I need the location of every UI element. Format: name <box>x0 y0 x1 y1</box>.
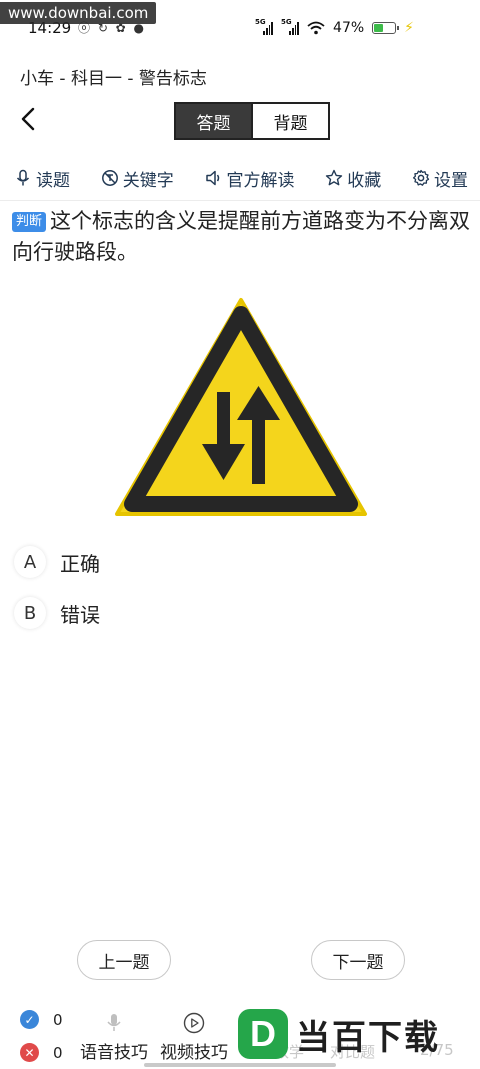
option-a[interactable]: A 正确 <box>14 546 100 578</box>
option-key-badge: B <box>14 597 46 629</box>
question-toolbar: 读题 关键字 官方解读 收藏 设置 <box>0 162 480 194</box>
correct-count[interactable]: ✓ 0 <box>20 1010 63 1029</box>
star-icon <box>326 169 343 186</box>
previous-question-button[interactable]: 上一题 <box>77 940 171 980</box>
read-question-button[interactable]: 读题 <box>14 166 70 191</box>
wrong-count[interactable]: ✕ 0 <box>20 1043 63 1062</box>
question-type-badge: 判断 <box>12 212 47 232</box>
tab-answer[interactable]: 答题 <box>176 104 251 138</box>
microphone-icon <box>16 169 30 186</box>
back-button[interactable] <box>14 104 44 134</box>
option-text: 正确 <box>60 551 100 576</box>
watermark-logo-mark: D <box>238 1009 288 1059</box>
next-question-button[interactable]: 下一题 <box>311 940 405 980</box>
option-b[interactable]: B 错误 <box>14 597 100 629</box>
battery-percent: 47% <box>333 20 365 36</box>
charging-icon: ⚡ <box>404 20 414 36</box>
toolbar-divider <box>0 200 480 201</box>
home-indicator[interactable] <box>144 1063 336 1067</box>
wifi-icon <box>307 21 325 35</box>
download-site-watermark: D 当百下载 <box>238 1006 474 1062</box>
question-text: 这个标志的含义是提醒前方道路变为不分离双向行驶路段。 <box>12 209 471 264</box>
video-tips-button[interactable]: 视频技巧 <box>160 1012 228 1063</box>
breadcrumb: 小车 - 科目一 - 警告标志 <box>20 69 207 89</box>
microphone-icon <box>107 1014 121 1031</box>
status-right: 5G 5G 47% ⚡ <box>255 18 414 36</box>
play-circle-icon <box>183 1012 205 1034</box>
signal-icon: 5G <box>281 18 300 35</box>
signal-icon: 5G <box>255 18 274 35</box>
official-explanation-button[interactable]: 官方解读 <box>205 166 295 191</box>
voice-tips-button[interactable]: 语音技巧 <box>80 1012 148 1063</box>
status-bar: 14:29 ⓞ ↻ ✿ ● www.downbai.com 5G 5G 47% … <box>0 0 480 52</box>
cross-icon: ✕ <box>20 1043 39 1062</box>
gear-icon <box>412 169 430 186</box>
check-icon: ✓ <box>20 1010 39 1029</box>
battery-icon <box>372 22 400 34</box>
chevron-left-icon <box>21 107 35 131</box>
watermark-logo-text: 当百下载 <box>296 1017 440 1058</box>
two-way-traffic-sign-image <box>115 298 367 516</box>
mode-toggle: 答题 背题 <box>174 102 330 140</box>
option-key-badge: A <box>14 546 46 578</box>
option-text: 错误 <box>60 602 100 627</box>
settings-button[interactable]: 设置 <box>412 166 468 191</box>
keyword-off-icon <box>101 170 118 186</box>
favorite-button[interactable]: 收藏 <box>325 166 381 191</box>
speaker-icon <box>205 170 219 186</box>
keyword-button[interactable]: 关键字 <box>101 166 174 191</box>
site-watermark: www.downbai.com <box>0 2 157 24</box>
question-text-block: 判断 这个标志的含义是提醒前方道路变为不分离双向行驶路段。 <box>12 206 472 268</box>
tab-memorize[interactable]: 背题 <box>251 104 328 138</box>
